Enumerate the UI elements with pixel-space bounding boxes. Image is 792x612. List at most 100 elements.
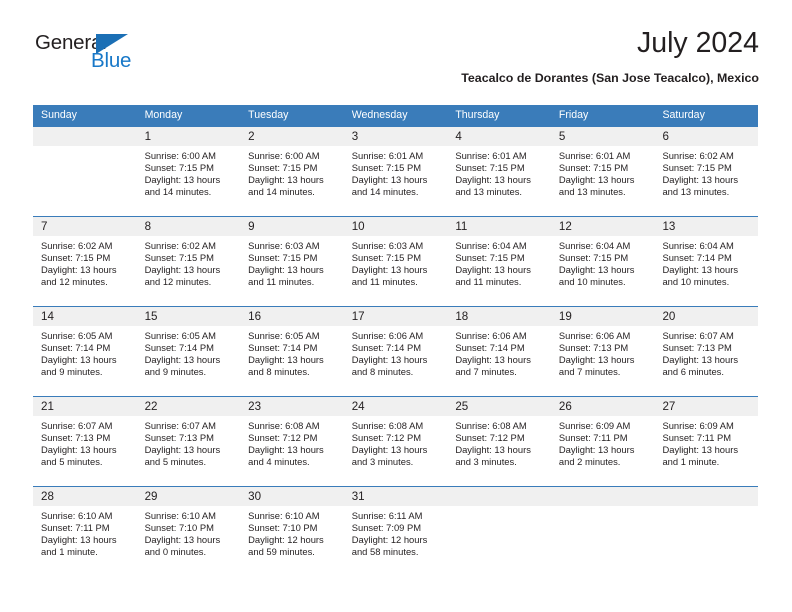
day-cell[interactable]: Sunrise: 6:00 AM Sunset: 7:15 PM Dayligh… (240, 146, 344, 216)
day-number[interactable]: 16 (240, 307, 344, 326)
day-cell[interactable]: Sunrise: 6:08 AM Sunset: 7:12 PM Dayligh… (447, 416, 551, 486)
sunrise-text: Sunrise: 6:08 AM (351, 420, 424, 431)
day-number[interactable] (33, 127, 137, 146)
day-number[interactable]: 10 (344, 217, 448, 236)
sunset-text: Sunset: 7:15 PM (558, 162, 629, 174)
day-number[interactable]: 6 (654, 127, 758, 146)
day-number[interactable]: 15 (137, 307, 241, 326)
day-number[interactable]: 24 (344, 397, 448, 416)
day-number[interactable]: 29 (137, 487, 241, 506)
sunset-text: Sunset: 7:13 PM (662, 342, 732, 354)
day-number[interactable] (551, 487, 655, 506)
day-cell[interactable]: Sunrise: 6:04 AM Sunset: 7:15 PM Dayligh… (447, 236, 551, 306)
week-day-numbers: 1 2 3 4 5 6 (33, 127, 758, 146)
general-blue-logo[interactable]: General Blue (33, 32, 213, 84)
daylight-text-line1: Daylight: 13 hours (248, 444, 324, 456)
day-number[interactable]: 20 (654, 307, 758, 326)
sunrise-text: Sunrise: 6:06 AM (455, 330, 527, 341)
day-cell[interactable]: Sunrise: 6:08 AM Sunset: 7:12 PM Dayligh… (240, 416, 344, 486)
sunrise-text: Sunrise: 6:01 AM (351, 150, 424, 161)
day-cell[interactable]: Sunrise: 6:07 AM Sunset: 7:13 PM Dayligh… (137, 416, 241, 486)
day-cell[interactable] (551, 506, 655, 576)
sunset-text: Sunset: 7:13 PM (558, 342, 629, 354)
day-cell[interactable]: Sunrise: 6:05 AM Sunset: 7:14 PM Dayligh… (240, 326, 344, 396)
day-cell[interactable]: Sunrise: 6:04 AM Sunset: 7:14 PM Dayligh… (654, 236, 758, 306)
week-day-details: Sunrise: 6:10 AM Sunset: 7:11 PM Dayligh… (33, 506, 758, 576)
daylight-text-line1: Daylight: 13 hours (455, 264, 531, 276)
sunset-text: Sunset: 7:15 PM (351, 252, 422, 264)
day-cell[interactable]: Sunrise: 6:00 AM Sunset: 7:15 PM Dayligh… (137, 146, 241, 216)
week-day-details: Sunrise: 6:05 AM Sunset: 7:14 PM Dayligh… (33, 326, 758, 396)
daylight-text-line1: Daylight: 13 hours (41, 444, 117, 456)
day-cell[interactable]: Sunrise: 6:03 AM Sunset: 7:15 PM Dayligh… (240, 236, 344, 306)
day-cell[interactable]: Sunrise: 6:10 AM Sunset: 7:10 PM Dayligh… (240, 506, 344, 576)
daylight-text-line2: and 5 minutes. (144, 456, 207, 468)
day-cell[interactable]: Sunrise: 6:10 AM Sunset: 7:11 PM Dayligh… (33, 506, 137, 576)
sunset-text: Sunset: 7:15 PM (144, 252, 214, 264)
day-cell[interactable]: Sunrise: 6:06 AM Sunset: 7:14 PM Dayligh… (344, 326, 448, 396)
day-cell[interactable]: Sunrise: 6:01 AM Sunset: 7:15 PM Dayligh… (447, 146, 551, 216)
day-number[interactable]: 28 (33, 487, 137, 506)
day-cell[interactable]: Sunrise: 6:02 AM Sunset: 7:15 PM Dayligh… (33, 236, 137, 306)
day-number[interactable]: 2 (240, 127, 344, 146)
day-cell[interactable]: Sunrise: 6:02 AM Sunset: 7:15 PM Dayligh… (137, 236, 241, 306)
page-title: July 2024 (636, 27, 759, 59)
day-number[interactable]: 3 (344, 127, 448, 146)
day-number[interactable]: 7 (33, 217, 137, 236)
day-cell[interactable]: Sunrise: 6:05 AM Sunset: 7:14 PM Dayligh… (137, 326, 241, 396)
day-number[interactable]: 17 (344, 307, 448, 326)
daylight-text-line2: and 3 minutes. (351, 456, 414, 468)
day-cell[interactable]: Sunrise: 6:08 AM Sunset: 7:12 PM Dayligh… (344, 416, 448, 486)
daylight-text-line2: and 9 minutes. (41, 366, 103, 378)
sunrise-text: Sunrise: 6:07 AM (144, 420, 216, 431)
day-number[interactable]: 19 (551, 307, 655, 326)
day-number[interactable]: 21 (33, 397, 137, 416)
day-number[interactable]: 12 (551, 217, 655, 236)
day-cell[interactable]: Sunrise: 6:03 AM Sunset: 7:15 PM Dayligh… (344, 236, 448, 306)
day-number[interactable]: 31 (344, 487, 448, 506)
day-cell[interactable] (447, 506, 551, 576)
day-cell[interactable]: Sunrise: 6:09 AM Sunset: 7:11 PM Dayligh… (551, 416, 655, 486)
sunset-text: Sunset: 7:15 PM (455, 162, 525, 174)
weekday-header-saturday: Saturday (662, 109, 705, 121)
day-number[interactable] (654, 487, 758, 506)
calendar-week-row: 14 15 16 17 18 19 20 Sunrise: 6:05 AM Su… (33, 306, 758, 396)
sunset-text: Sunset: 7:14 PM (351, 342, 422, 354)
day-cell[interactable]: Sunrise: 6:04 AM Sunset: 7:15 PM Dayligh… (551, 236, 655, 306)
day-cell[interactable]: Sunrise: 6:07 AM Sunset: 7:13 PM Dayligh… (33, 416, 137, 486)
day-cell[interactable] (33, 146, 137, 216)
day-number[interactable]: 4 (447, 127, 551, 146)
day-number[interactable]: 5 (551, 127, 655, 146)
day-number[interactable]: 22 (137, 397, 241, 416)
day-number[interactable]: 27 (654, 397, 758, 416)
day-cell[interactable]: Sunrise: 6:11 AM Sunset: 7:09 PM Dayligh… (344, 506, 448, 576)
day-cell[interactable]: Sunrise: 6:09 AM Sunset: 7:11 PM Dayligh… (654, 416, 758, 486)
daylight-text-line1: Daylight: 13 hours (248, 174, 324, 186)
day-cell[interactable]: Sunrise: 6:02 AM Sunset: 7:15 PM Dayligh… (654, 146, 758, 216)
sunset-text: Sunset: 7:15 PM (248, 252, 318, 264)
day-cell[interactable]: Sunrise: 6:06 AM Sunset: 7:14 PM Dayligh… (447, 326, 551, 396)
sunset-text: Sunset: 7:09 PM (351, 522, 422, 534)
day-number[interactable]: 14 (33, 307, 137, 326)
day-cell[interactable]: Sunrise: 6:01 AM Sunset: 7:15 PM Dayligh… (344, 146, 448, 216)
day-number[interactable]: 11 (447, 217, 551, 236)
week-day-numbers: 7 8 9 10 11 12 13 (33, 217, 758, 236)
day-number[interactable]: 13 (654, 217, 758, 236)
day-number[interactable]: 26 (551, 397, 655, 416)
day-cell[interactable]: Sunrise: 6:07 AM Sunset: 7:13 PM Dayligh… (654, 326, 758, 396)
day-cell[interactable]: Sunrise: 6:01 AM Sunset: 7:15 PM Dayligh… (551, 146, 655, 216)
day-number[interactable]: 8 (137, 217, 241, 236)
day-number[interactable]: 18 (447, 307, 551, 326)
day-cell[interactable]: Sunrise: 6:06 AM Sunset: 7:13 PM Dayligh… (551, 326, 655, 396)
day-number[interactable]: 25 (447, 397, 551, 416)
day-number[interactable]: 30 (240, 487, 344, 506)
day-number[interactable]: 1 (137, 127, 241, 146)
day-cell[interactable] (654, 506, 758, 576)
day-number[interactable]: 9 (240, 217, 344, 236)
day-number[interactable] (447, 487, 551, 506)
day-cell[interactable]: Sunrise: 6:10 AM Sunset: 7:10 PM Dayligh… (137, 506, 241, 576)
day-number[interactable]: 23 (240, 397, 344, 416)
calendar-week-row: 21 22 23 24 25 26 27 Sunrise: 6:07 AM Su… (33, 396, 758, 486)
day-cell[interactable]: Sunrise: 6:05 AM Sunset: 7:14 PM Dayligh… (33, 326, 137, 396)
sunrise-text: Sunrise: 6:01 AM (455, 150, 527, 161)
